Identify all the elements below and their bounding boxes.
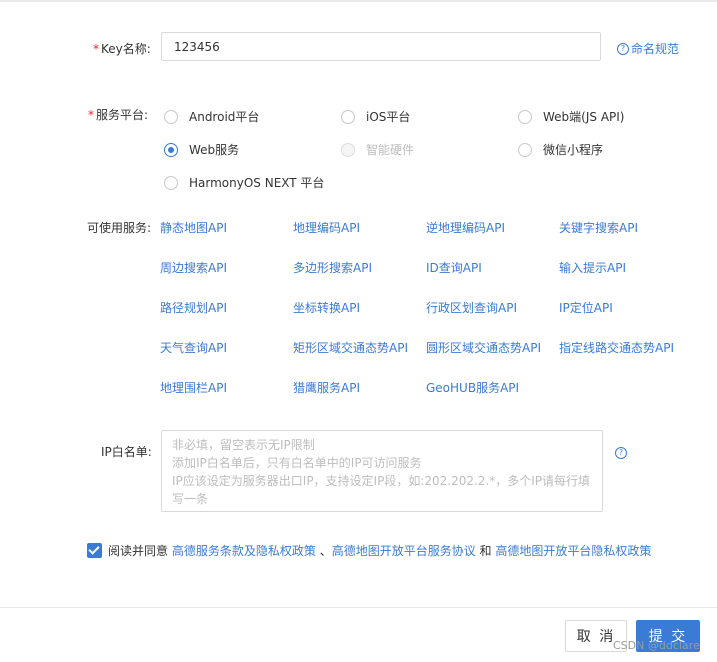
question-icon: ? xyxy=(617,42,629,55)
agreement-row: 阅读并同意 高德服务条款及隐私权政策 、 高德地图开放平台服务协议 和 高德地图… xyxy=(87,542,651,559)
service-link[interactable]: 静态地图API xyxy=(160,219,227,236)
service-link[interactable]: 路径规划API xyxy=(160,299,227,316)
agreement-checkbox[interactable] xyxy=(87,543,102,558)
terms-privacy-link[interactable]: 高德服务条款及隐私权政策 xyxy=(172,542,316,559)
ip-help-button[interactable]: ? xyxy=(615,444,629,459)
service-link[interactable]: 输入提示API xyxy=(559,259,626,276)
service-link[interactable]: 多边形搜索API xyxy=(293,259,372,276)
service-link[interactable]: 猎鹰服务API xyxy=(293,379,360,396)
service-link[interactable]: 坐标转换API xyxy=(293,299,360,316)
top-divider xyxy=(0,0,717,2)
service-link[interactable]: 圆形区域交通态势API xyxy=(426,339,541,356)
radio-ios[interactable]: iOS平台 xyxy=(341,108,410,125)
naming-rules-link[interactable]: ? 命名规范 xyxy=(617,40,679,57)
radio-android[interactable]: Android平台 xyxy=(164,108,259,125)
radio-circle-checked xyxy=(164,142,178,157)
radio-circle xyxy=(518,109,532,124)
radio-circle xyxy=(164,175,178,190)
radio-circle xyxy=(164,109,178,124)
service-agreement-link[interactable]: 高德地图开放平台服务协议 xyxy=(332,542,476,559)
privacy-policy-link[interactable]: 高德地图开放平台隐私权政策 xyxy=(495,542,651,559)
radio-circle xyxy=(518,142,532,157)
service-link[interactable]: GeoHUB服务API xyxy=(426,379,519,396)
agreement-separator: 、 xyxy=(319,544,332,558)
radio-harmonyos-next[interactable]: HarmonyOS NEXT 平台 xyxy=(164,174,324,191)
radio-web-js-api[interactable]: Web端(JS API) xyxy=(518,108,624,125)
service-link[interactable]: 矩形区域交通态势API xyxy=(293,339,408,356)
service-link[interactable]: 天气查询API xyxy=(160,339,227,356)
service-platform-label: * 服务平台: xyxy=(88,108,149,122)
service-link[interactable]: 周边搜索API xyxy=(160,259,227,276)
available-services-label: 可使用服务: xyxy=(87,221,152,235)
ip-whitelist-label: IP白名单: xyxy=(101,445,152,459)
radio-circle-disabled xyxy=(341,142,355,157)
service-link[interactable]: 逆地理编码API xyxy=(426,219,505,236)
service-link[interactable]: 指定线路交通态势API xyxy=(559,339,674,356)
watermark: CSDN @ddclare xyxy=(613,639,700,652)
agreement-prefix: 阅读并同意 xyxy=(108,544,169,558)
radio-wechat-mini-program[interactable]: 微信小程序 xyxy=(518,141,603,158)
naming-rules-label: 命名规范 xyxy=(631,42,680,56)
ip-whitelist-textarea[interactable] xyxy=(161,430,603,512)
radio-circle xyxy=(341,109,355,124)
footer-divider xyxy=(0,607,717,608)
service-link[interactable]: 地理围栏API xyxy=(160,379,227,396)
service-link[interactable]: 地理编码API xyxy=(293,219,360,236)
question-icon: ? xyxy=(615,447,627,459)
service-link[interactable]: IP定位API xyxy=(559,299,613,316)
service-link[interactable]: ID查询API xyxy=(426,259,482,276)
radio-smart-hardware: 智能硬件 xyxy=(341,141,414,158)
service-link[interactable]: 关键字搜索API xyxy=(559,219,638,236)
service-link[interactable]: 行政区划查询API xyxy=(426,299,517,316)
key-name-input[interactable] xyxy=(161,32,601,61)
key-name-label: * Key名称: xyxy=(93,42,151,56)
radio-web-service[interactable]: Web服务 xyxy=(164,141,239,158)
agreement-and: 和 xyxy=(479,544,492,558)
